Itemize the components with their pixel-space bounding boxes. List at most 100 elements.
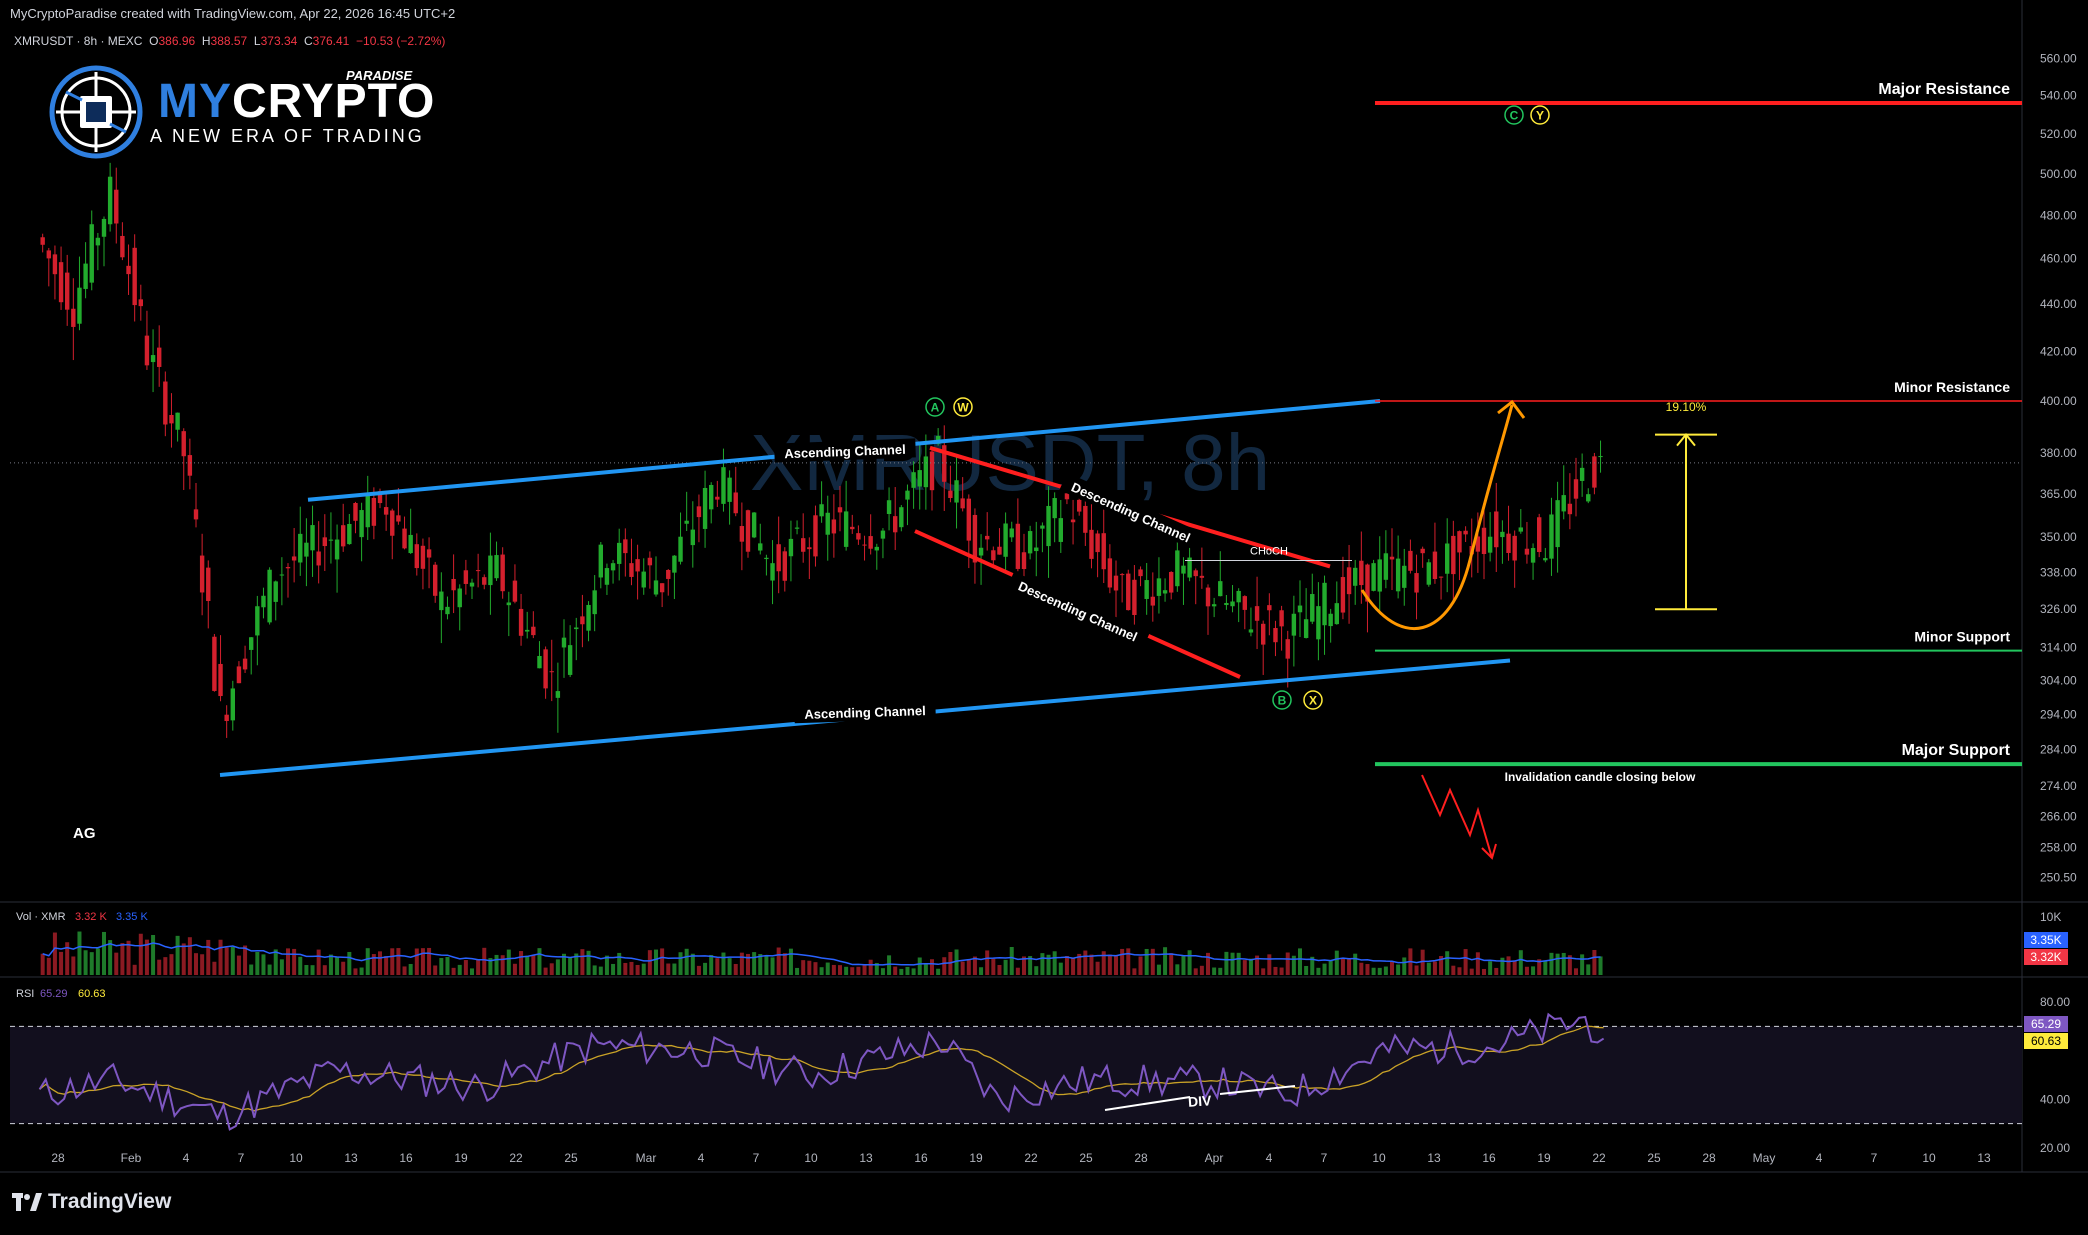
candle-body — [187, 455, 193, 476]
candle-body — [46, 250, 51, 259]
candle-body — [831, 519, 837, 534]
candle-body — [794, 527, 800, 529]
candle-body — [1445, 543, 1450, 574]
volume-value: 3.32 K — [75, 911, 107, 923]
legend-symbol: XMRUSDT · 8h · MEXC — [14, 34, 143, 48]
candle-body — [764, 557, 769, 560]
candle-body — [451, 578, 456, 591]
volume-bar — [788, 948, 793, 975]
candle-body — [255, 606, 260, 636]
candle-body — [782, 551, 787, 581]
wave-b-label: B — [1278, 694, 1287, 708]
candle-body — [1138, 569, 1143, 577]
candle-body — [310, 525, 315, 551]
candle-body — [525, 629, 530, 632]
volume-bar — [776, 947, 781, 975]
volume-bar — [1132, 968, 1137, 975]
candle-body — [359, 510, 364, 538]
candle-body — [678, 536, 683, 562]
candle-body — [126, 265, 131, 275]
volume-bar — [1463, 949, 1468, 975]
volume-bar — [1414, 965, 1419, 975]
candle-body — [181, 431, 186, 457]
footer-brand: TradingView — [48, 1190, 172, 1213]
candle-body — [1150, 596, 1155, 606]
candle-body — [721, 467, 726, 504]
price-axis-tick: 520.00 — [2040, 127, 2077, 141]
time-axis-label: 25 — [1647, 1151, 1661, 1165]
volume-bar — [979, 967, 984, 975]
candle-body — [1586, 494, 1591, 502]
candle-body — [1175, 550, 1180, 587]
volume-bar — [690, 953, 695, 975]
tradingview-footer[interactable]: TradingView — [12, 1190, 171, 1214]
candle-body — [899, 507, 904, 528]
volume-bar — [654, 949, 658, 975]
volume-bar — [1120, 948, 1125, 975]
price-axis-tick: 440.00 — [2040, 297, 2077, 311]
price-axis-tick: 500.00 — [2040, 167, 2077, 181]
wave-y-label: Y — [1536, 109, 1544, 123]
candle-body — [1334, 603, 1339, 625]
candle-body — [917, 470, 922, 487]
rsi-axis-tick: 80.00 — [2040, 995, 2070, 1009]
candle-body — [396, 515, 401, 522]
candle-body — [745, 510, 751, 552]
price-axis-tick: 266.00 — [2040, 809, 2077, 823]
volume-bar — [1144, 948, 1149, 975]
volume-bar — [126, 940, 131, 975]
candle-body — [224, 714, 229, 722]
volume-bar — [249, 964, 254, 975]
volume-bar — [396, 948, 401, 975]
volume-bar — [709, 954, 714, 975]
volume-bar — [46, 957, 51, 975]
chart-window[interactable]: XMRUSDT, 8hAscending ChannelAscending Ch… — [0, 0, 2088, 1235]
candle-body — [1346, 567, 1352, 595]
candle-body — [267, 569, 272, 623]
volume-bar — [224, 947, 229, 975]
volume-bar — [40, 953, 45, 975]
volume-bar — [1242, 960, 1247, 975]
candle-body — [1340, 577, 1346, 613]
price-axis-tick: 284.00 — [2040, 743, 2077, 757]
candle-body — [580, 616, 585, 625]
volume-bar — [83, 950, 88, 975]
volume-bar — [138, 933, 143, 975]
wave-w-label: W — [957, 401, 969, 415]
volume-bar — [304, 965, 309, 975]
candle-body — [617, 542, 622, 564]
time-axis-label: 10 — [289, 1151, 303, 1165]
time-axis-label: 7 — [753, 1151, 760, 1165]
volume-bar — [298, 956, 303, 975]
choch-label: CHoCH — [1250, 545, 1288, 557]
candle-body — [727, 477, 732, 502]
volume-bar — [899, 968, 904, 975]
volume-bar — [457, 964, 462, 975]
volume-bar — [1359, 962, 1364, 975]
price-chart[interactable]: XMRUSDT, 8hAscending ChannelAscending Ch… — [0, 0, 2088, 1235]
volume-bar — [1071, 957, 1076, 975]
candle-body — [684, 520, 689, 524]
volume-bar — [175, 935, 180, 975]
volume-bar — [1580, 954, 1585, 975]
time-axis-label: 22 — [1592, 1151, 1606, 1165]
candle-body — [1524, 548, 1530, 555]
volume-bar — [1518, 950, 1523, 975]
volume-bar — [739, 952, 744, 975]
candle-body — [1506, 533, 1511, 553]
candle-body — [445, 606, 450, 615]
candle-body — [512, 580, 518, 602]
candle-body — [911, 472, 916, 488]
volume-bar — [95, 948, 100, 975]
candle-body — [52, 254, 58, 275]
volume-bar — [1163, 947, 1168, 975]
volume-bar — [353, 968, 358, 975]
candle-body — [1592, 456, 1597, 488]
candle-body — [279, 574, 285, 576]
volume-bar — [1592, 950, 1597, 975]
volume-bar — [1009, 947, 1014, 975]
volume-bar — [752, 952, 757, 975]
volume-bar — [1150, 948, 1155, 975]
price-axis-tick: 350.00 — [2040, 530, 2077, 544]
candle-body — [1211, 604, 1217, 607]
